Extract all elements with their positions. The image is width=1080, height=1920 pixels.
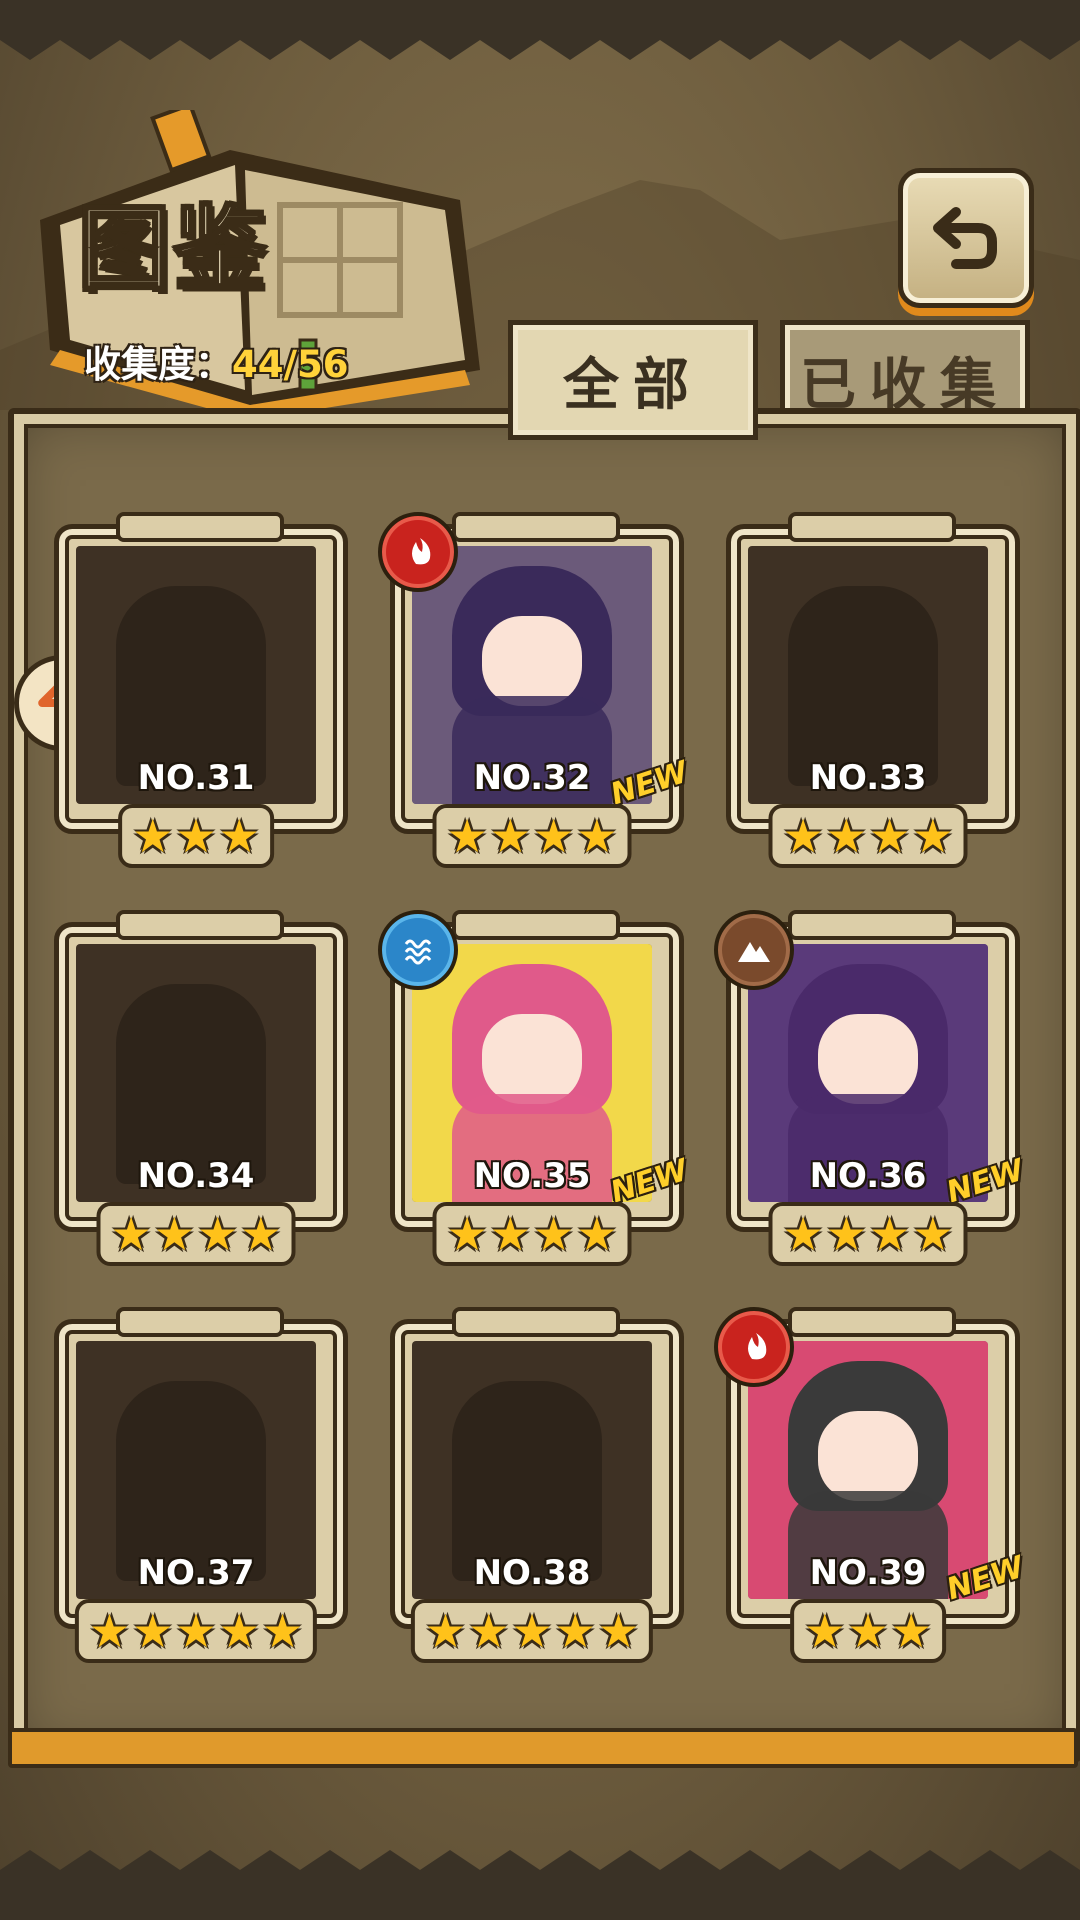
- star-icon: ★: [175, 809, 217, 863]
- return-arrow-icon: [933, 207, 997, 269]
- card-ornament: [452, 910, 620, 940]
- star-icon: ★: [869, 809, 911, 863]
- card-number: NO.38: [473, 1553, 591, 1593]
- character-card[interactable]: NO.39 NEW ★ ★ ★: [714, 1303, 1028, 1663]
- locked-silhouette: [452, 1381, 602, 1581]
- star-rating: ★ ★ ★ ★ ★: [74, 1599, 318, 1663]
- star-icon: ★: [782, 809, 824, 863]
- star-icon: ★: [240, 1207, 282, 1261]
- locked-silhouette: [116, 984, 266, 1184]
- bottom-zigzag-border: [0, 1850, 1080, 1920]
- character-card[interactable]: NO.37 ★ ★ ★ ★ ★: [46, 1303, 348, 1663]
- star-icon: ★: [218, 1604, 260, 1658]
- character-card[interactable]: NO.32 NEW ★ ★ ★ ★: [378, 508, 692, 868]
- star-rating: ★ ★ ★ ★: [432, 1202, 632, 1266]
- star-icon: ★: [869, 1207, 911, 1261]
- water-element-icon: [378, 910, 458, 990]
- back-button[interactable]: [898, 168, 1034, 308]
- star-icon: ★: [88, 1604, 131, 1658]
- character-card[interactable]: NO.31 ★ ★ ★: [46, 508, 348, 868]
- star-icon: ★: [533, 1207, 575, 1261]
- character-card[interactable]: NO.35 NEW ★ ★ ★ ★: [378, 906, 692, 1266]
- star-icon: ★: [446, 809, 488, 863]
- earth-element-icon: [714, 910, 794, 990]
- card-ornament: [116, 1307, 284, 1337]
- star-rating: ★ ★ ★ ★: [432, 804, 632, 868]
- star-icon: ★: [912, 809, 954, 863]
- star-icon: ★: [511, 1604, 553, 1658]
- star-icon: ★: [218, 809, 260, 863]
- star-icon: ★: [489, 809, 531, 863]
- star-icon: ★: [446, 1207, 488, 1261]
- card-ornament: [788, 1307, 956, 1337]
- character-card[interactable]: NO.36 NEW ★ ★ ★ ★: [714, 906, 1028, 1266]
- collection-screen: 图鉴 收集度：44/56 全部 已收集 NO.31 ★ ★ ★ NO.32 NE…: [0, 0, 1080, 1920]
- fire-element-icon: [714, 1307, 794, 1387]
- star-icon: ★: [468, 1604, 510, 1658]
- card-number: NO.31: [137, 758, 255, 798]
- star-icon: ★: [175, 1604, 217, 1658]
- card-ornament: [116, 512, 284, 542]
- card-number: NO.34: [137, 1156, 255, 1196]
- fire-element-icon: [378, 512, 458, 592]
- star-icon: ★: [597, 1604, 640, 1658]
- star-rating: ★ ★ ★ ★: [768, 1202, 968, 1266]
- card-ornament: [452, 512, 620, 542]
- star-rating: ★ ★ ★ ★: [96, 1202, 296, 1266]
- card-number: NO.37: [137, 1553, 255, 1593]
- star-icon: ★: [804, 1604, 846, 1658]
- star-icon: ★: [424, 1604, 467, 1658]
- locked-silhouette: [116, 586, 266, 786]
- star-icon: ★: [533, 809, 575, 863]
- star-icon: ★: [489, 1207, 531, 1261]
- character-card[interactable]: NO.33 ★ ★ ★ ★: [718, 508, 1020, 868]
- tab-all[interactable]: 全部: [508, 320, 758, 440]
- top-zigzag-border: [0, 0, 1080, 60]
- card-number: NO.33: [809, 758, 927, 798]
- collection-progress: 收集度：44/56: [84, 334, 349, 388]
- star-icon: ★: [912, 1207, 954, 1261]
- star-icon: ★: [261, 1604, 304, 1658]
- collection-value: 44/56: [232, 343, 349, 386]
- star-icon: ★: [782, 1207, 824, 1261]
- locked-silhouette: [788, 586, 938, 786]
- star-icon: ★: [197, 1207, 239, 1261]
- star-icon: ★: [890, 1604, 932, 1658]
- star-icon: ★: [110, 1207, 152, 1261]
- star-rating: ★ ★ ★ ★ ★: [410, 1599, 654, 1663]
- star-rating: ★ ★ ★ ★: [768, 804, 968, 868]
- star-icon: ★: [132, 809, 174, 863]
- card-ornament: [452, 1307, 620, 1337]
- card-ornament: [116, 910, 284, 940]
- star-icon: ★: [132, 1604, 174, 1658]
- star-icon: ★: [554, 1604, 596, 1658]
- star-icon: ★: [847, 1604, 889, 1658]
- star-rating: ★ ★ ★: [790, 1599, 946, 1663]
- card-ornament: [788, 910, 956, 940]
- locked-silhouette: [116, 1381, 266, 1581]
- panel-bottom-trim: [8, 1728, 1078, 1768]
- collection-label: 收集度：: [84, 343, 232, 386]
- star-icon: ★: [576, 809, 618, 863]
- star-rating: ★ ★ ★: [118, 804, 274, 868]
- star-icon: ★: [153, 1207, 195, 1261]
- card-ornament: [788, 512, 956, 542]
- character-card[interactable]: NO.34 ★ ★ ★ ★: [46, 906, 348, 1266]
- character-card[interactable]: NO.38 ★ ★ ★ ★ ★: [382, 1303, 684, 1663]
- star-icon: ★: [576, 1207, 618, 1261]
- star-icon: ★: [825, 809, 867, 863]
- page-title: 图鉴: [76, 195, 271, 305]
- star-icon: ★: [825, 1207, 867, 1261]
